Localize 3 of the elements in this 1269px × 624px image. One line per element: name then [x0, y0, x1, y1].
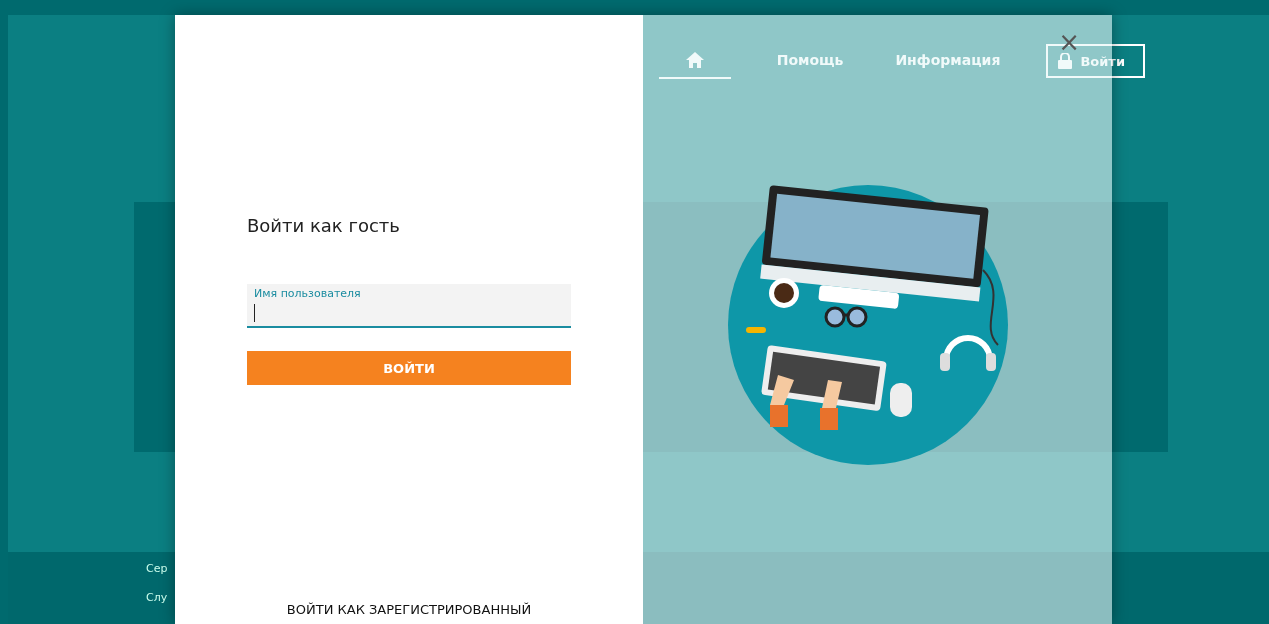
dialog-title: Войти как гость: [247, 215, 401, 236]
footer-text: Слу: [146, 591, 169, 604]
footer-text: Сер: [146, 562, 169, 575]
